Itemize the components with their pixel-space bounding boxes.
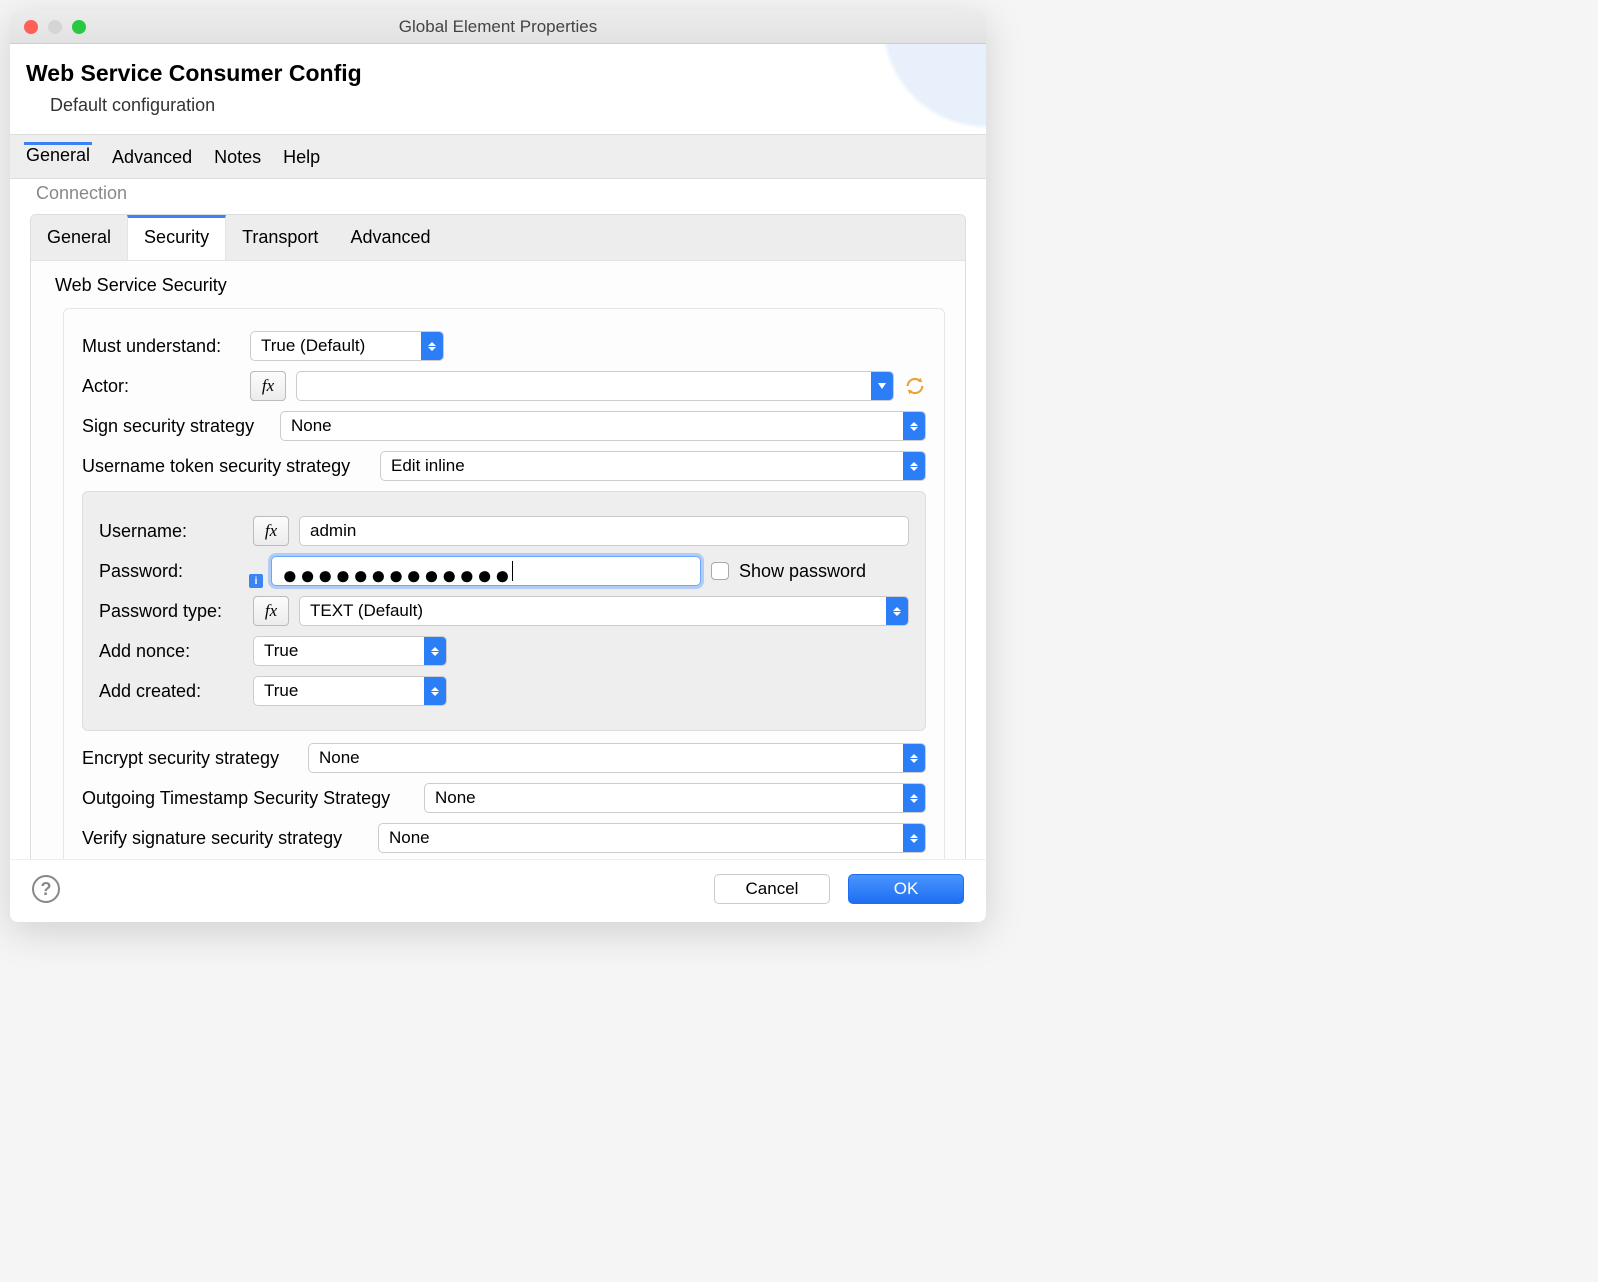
row-add-nonce: Add nonce: True — [99, 636, 909, 666]
header-decoration — [786, 44, 986, 154]
tab-advanced[interactable]: Advanced — [110, 145, 194, 170]
subtab-general[interactable]: General — [31, 215, 127, 260]
row-username: Username: fx admin — [99, 516, 909, 546]
chevron-updown-icon — [424, 677, 446, 705]
select-add-created[interactable]: True — [253, 676, 447, 706]
chevron-down-icon — [871, 372, 893, 400]
select-add-nonce[interactable]: True — [253, 636, 447, 666]
row-sign-strategy: Sign security strategy None — [82, 411, 926, 441]
dialog-window: Global Element Properties Web Service Co… — [10, 10, 986, 922]
label-username-token-strategy: Username token security strategy — [82, 456, 364, 477]
username-token-group: Username: fx admin Password: i ●●●●●●●●●… — [82, 491, 926, 731]
row-password: Password: i ●●●●●●●●●●●●● Show password — [99, 556, 909, 586]
chevron-updown-icon — [903, 824, 925, 852]
subtab-security[interactable]: Security — [127, 215, 226, 260]
tab-general[interactable]: General — [24, 142, 92, 170]
label-password: Password: — [99, 561, 243, 582]
chevron-updown-icon — [886, 597, 908, 625]
label-actor: Actor: — [82, 376, 240, 397]
row-actor: Actor: fx — [82, 371, 926, 401]
row-must-understand: Must understand: True (Default) — [82, 331, 926, 361]
select-outgoing-timestamp[interactable]: None — [424, 783, 926, 813]
select-must-understand[interactable]: True (Default) — [250, 331, 444, 361]
connection-panel: General Security Transport Advanced Web … — [30, 214, 966, 859]
row-verify-signature: Verify signature security strategy None — [82, 823, 926, 853]
chevron-updown-icon — [903, 784, 925, 812]
row-encrypt-strategy: Encrypt security strategy None — [82, 743, 926, 773]
fx-button-username[interactable]: fx — [253, 516, 289, 546]
select-sign-strategy[interactable]: None — [280, 411, 926, 441]
titlebar: Global Element Properties — [10, 10, 986, 44]
label-show-password: Show password — [739, 561, 866, 582]
chevron-updown-icon — [424, 637, 446, 665]
tab-help[interactable]: Help — [281, 145, 322, 170]
row-outgoing-timestamp: Outgoing Timestamp Security Strategy Non… — [82, 783, 926, 813]
refresh-icon[interactable] — [904, 375, 926, 397]
label-outgoing-timestamp: Outgoing Timestamp Security Strategy — [82, 788, 408, 809]
cancel-button[interactable]: Cancel — [714, 874, 830, 904]
dialog-header: Web Service Consumer Config Default conf… — [10, 44, 986, 134]
fx-button-actor[interactable]: fx — [250, 371, 286, 401]
label-must-understand: Must understand: — [82, 336, 240, 357]
fx-button-password-type[interactable]: fx — [253, 596, 289, 626]
chevron-updown-icon — [903, 412, 925, 440]
label-verify-signature: Verify signature security strategy — [82, 828, 362, 849]
security-panel-body: Web Service Security Must understand: Tr… — [31, 261, 965, 859]
row-password-type: Password type: fx TEXT (Default) — [99, 596, 909, 626]
footer: ? Cancel OK — [10, 859, 986, 922]
label-add-nonce: Add nonce: — [99, 641, 243, 662]
window-title: Global Element Properties — [10, 17, 986, 37]
label-password-type: Password type: — [99, 601, 243, 622]
group-title-wss: Web Service Security — [55, 275, 945, 296]
subtab-transport[interactable]: Transport — [226, 215, 334, 260]
label-encrypt-strategy: Encrypt security strategy — [82, 748, 292, 769]
select-encrypt-strategy[interactable]: None — [308, 743, 926, 773]
select-username-token-strategy[interactable]: Edit inline — [380, 451, 926, 481]
sub-tabs: General Security Transport Advanced — [31, 215, 965, 261]
select-verify-signature[interactable]: None — [378, 823, 926, 853]
minimize-icon[interactable] — [48, 20, 62, 34]
input-actor[interactable] — [296, 371, 894, 401]
maximize-icon[interactable] — [72, 20, 86, 34]
label-sign-strategy: Sign security strategy — [82, 416, 264, 437]
ok-button[interactable]: OK — [848, 874, 964, 904]
help-button[interactable]: ? — [32, 875, 60, 903]
label-username: Username: — [99, 521, 243, 542]
input-password[interactable]: ●●●●●●●●●●●●● — [271, 556, 701, 586]
checkbox-show-password[interactable] — [711, 562, 729, 580]
label-add-created: Add created: — [99, 681, 243, 702]
row-add-created: Add created: True — [99, 676, 909, 706]
info-icon: i — [249, 574, 263, 588]
select-password-type[interactable]: TEXT (Default) — [299, 596, 909, 626]
chevron-updown-icon — [421, 332, 443, 360]
input-username[interactable]: admin — [299, 516, 909, 546]
row-username-token-strategy: Username token security strategy Edit in… — [82, 451, 926, 481]
content-area: Connection General Security Transport Ad… — [10, 179, 986, 859]
traffic-lights — [10, 20, 86, 34]
section-connection: Connection — [26, 179, 970, 214]
chevron-updown-icon — [903, 744, 925, 772]
subtab-advanced[interactable]: Advanced — [334, 215, 446, 260]
chevron-updown-icon — [903, 452, 925, 480]
tab-notes[interactable]: Notes — [212, 145, 263, 170]
close-icon[interactable] — [24, 20, 38, 34]
